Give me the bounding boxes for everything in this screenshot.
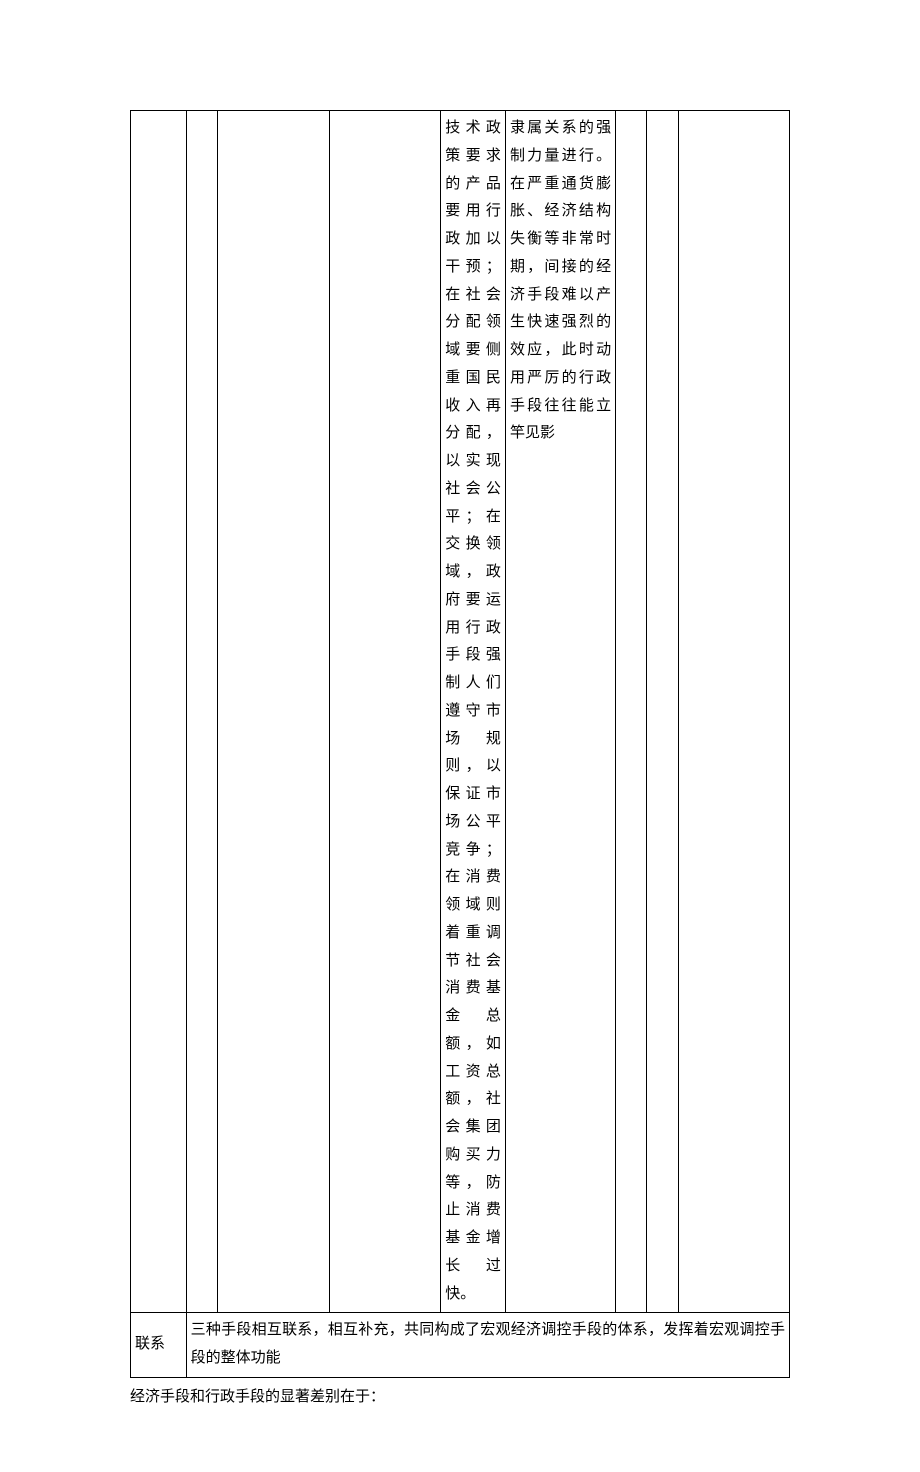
cell-empty: [678, 111, 789, 1313]
row-label: 联系: [131, 1313, 187, 1378]
cell-empty: [647, 111, 678, 1313]
cell-empty: [186, 111, 217, 1313]
document-page: 技术政策要求的产品要用行政加以干预；在社会分配领域要侧重国民收入再分配，以实现社…: [0, 0, 920, 1472]
cell-empty: [330, 111, 441, 1313]
cell-empty: [131, 111, 187, 1313]
cell-merged-content: 三种手段相互联系，相互补充，共同构成了宏观经济调控手段的体系，发挥着宏观调控手段…: [186, 1313, 789, 1378]
comparison-table: 技术政策要求的产品要用行政加以干预；在社会分配领域要侧重国民收入再分配，以实现社…: [130, 110, 790, 1378]
cell-empty: [616, 111, 647, 1313]
footer-text: 经济手段和行政手段的显著差别在于：: [130, 1384, 790, 1412]
cell-text: 隶属关系的强制力量进行。在严重通货膨胀、经济结构失衡等非常时期，间接的经济手段难…: [505, 111, 615, 1313]
cell-empty: [217, 111, 329, 1313]
table-row: 联系 三种手段相互联系，相互补充，共同构成了宏观经济调控手段的体系，发挥着宏观调…: [131, 1313, 790, 1378]
cell-text: 技术政策要求的产品要用行政加以干预；在社会分配领域要侧重国民收入再分配，以实现社…: [441, 111, 506, 1313]
table-row: 技术政策要求的产品要用行政加以干预；在社会分配领域要侧重国民收入再分配，以实现社…: [131, 111, 790, 1313]
